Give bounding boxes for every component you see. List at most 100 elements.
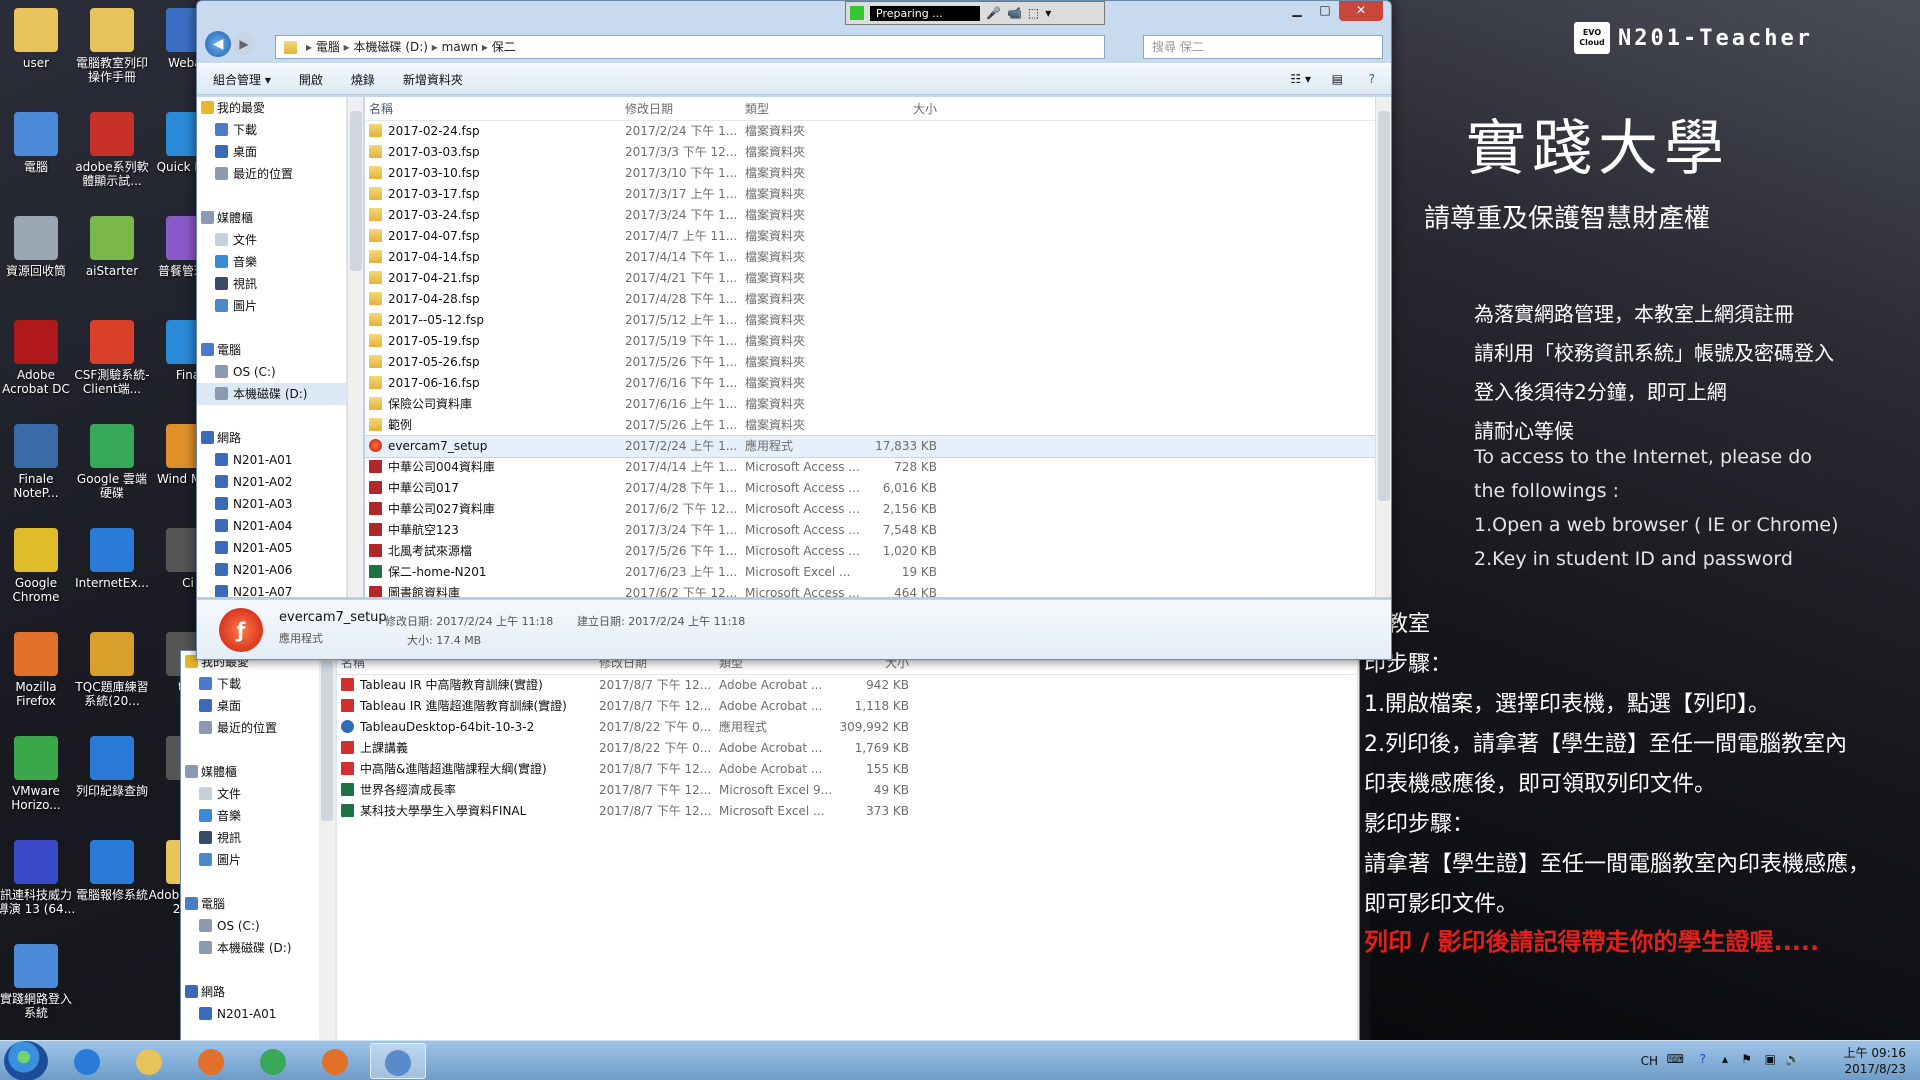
nav-group[interactable]: 我的最愛 [197, 97, 346, 119]
breadcrumb-separator-icon[interactable]: ▸ [340, 40, 354, 54]
menu-arrow-icon[interactable]: ▾ [1045, 6, 1051, 20]
nav-item[interactable]: 圖片 [181, 849, 319, 871]
file-row[interactable]: 2017-05-26.fsp 2017/5/26 下午 1... 檔案資料夾 [365, 352, 1375, 373]
file-row[interactable]: 2017-06-16.fsp 2017/6/16 下午 1... 檔案資料夾 [365, 373, 1375, 394]
desktop-icon[interactable]: 實踐網路登入系統 [0, 944, 76, 1020]
nav-group[interactable]: 媒體櫃 [197, 207, 346, 229]
nav-scrollbar[interactable] [347, 97, 363, 597]
desktop-icon[interactable]: 列印紀錄查詢 [72, 736, 152, 798]
desktop-icon[interactable]: Adobe Acrobat DC [0, 320, 76, 396]
volume-icon[interactable]: 🔊 [1785, 1052, 1800, 1066]
nav-item[interactable]: OS (C:) [197, 361, 346, 383]
organize-button[interactable]: 組合管理 ▾ [213, 71, 271, 88]
col-name[interactable]: 名稱 [365, 97, 625, 120]
file-row[interactable]: 2017-03-17.fsp 2017/3/17 上午 1... 檔案資料夾 [365, 184, 1375, 205]
search-input[interactable]: 搜尋 保二 [1143, 35, 1383, 59]
back-button[interactable]: ◀ [205, 31, 231, 57]
nav-item[interactable]: 最近的位置 [181, 717, 319, 739]
col-date[interactable]: 修改日期 [625, 97, 745, 120]
file-row[interactable]: 保險公司資料庫 2017/6/16 上午 1... 檔案資料夾 [365, 394, 1375, 415]
file-list-scrollbar[interactable] [1375, 97, 1391, 597]
explorer-window-background[interactable]: 我的最愛 下載 桌面 最近的位置 媒體櫃 文件 音樂 視訊 圖片 電腦 OS (C:) 本機磁碟 (D… [180, 650, 1360, 1043]
file-row[interactable]: 中華公司027資料庫 2017/6/2 下午 12... Microsoft Acc… [365, 499, 1375, 520]
file-row[interactable]: 2017-03-03.fsp 2017/3/3 下午 12... 檔案資料夾 [365, 142, 1375, 163]
file-row[interactable]: 圖書館資料庫 2017/6/2 下午 12... Microsoft Access … [365, 583, 1375, 597]
desktop-icon[interactable]: Google Chrome [0, 528, 76, 604]
desktop-icon[interactable]: Finale NoteP... [0, 424, 76, 500]
explorer-window[interactable]: Preparing ... 🎤 📹 ⬚ ▾ ▁ □ ✕ ◀ ▶ ▸ 電腦 ▸ 本… [196, 0, 1392, 660]
taskbar-teacher-app-button[interactable] [370, 1043, 426, 1079]
file-row[interactable]: 2017-04-07.fsp 2017/4/7 上午 11... 檔案資料夾 [365, 226, 1375, 247]
language-indicator[interactable]: CH [1641, 1054, 1658, 1068]
nav-item[interactable]: N201-A01 [181, 1003, 319, 1025]
forward-button[interactable]: ▶ [233, 33, 255, 55]
breadcrumb-separator-icon[interactable]: ▸ [428, 40, 442, 54]
nav-item[interactable]: N201-A05 [197, 537, 346, 559]
maximize-button[interactable]: □ [1311, 1, 1339, 21]
recorder-bar[interactable]: Preparing ... 🎤 📹 ⬚ ▾ [845, 1, 1105, 25]
desktop-icon[interactable]: 電腦教室列印操作手冊 [72, 8, 152, 84]
file-row[interactable]: 中華航空123 2017/3/24 下午 1... Microsoft Access… [365, 520, 1375, 541]
preview-pane-icon[interactable]: ▤ [1332, 72, 1343, 86]
file-row[interactable]: 某科技大學學生入學資料FINAL 2017/8/7 下午 12... Microso… [337, 801, 1357, 822]
nav-item[interactable]: N201-A02 [197, 471, 346, 493]
col-size[interactable]: 大小 [865, 97, 937, 120]
taskbar-explorer-button[interactable] [122, 1043, 178, 1079]
help-icon[interactable]: ? [1369, 72, 1375, 86]
file-row[interactable]: 2017-02-24.fsp 2017/2/24 下午 1... 檔案資料夾 [365, 121, 1375, 142]
breadcrumb-item[interactable]: 保二 [492, 40, 516, 54]
file-row[interactable]: Tableau IR 中高階教育訓練(實證) 2017/8/7 下午 12... A… [337, 675, 1357, 696]
network-icon[interactable]: ▣ [1765, 1052, 1776, 1066]
nav-group[interactable]: 媒體櫃 [181, 761, 319, 783]
taskbar-ie-button[interactable] [60, 1043, 116, 1079]
nav-item[interactable]: N201-A06 [197, 559, 346, 581]
desktop-icon[interactable]: aiStarter [72, 216, 152, 278]
breadcrumb-item[interactable]: 電腦 [316, 40, 340, 54]
nav-item[interactable]: 文件 [181, 783, 319, 805]
nav-item[interactable]: N201-A01 [197, 449, 346, 471]
file-row[interactable]: 2017--05-12.fsp 2017/5/12 上午 1... 檔案資料夾 [365, 310, 1375, 331]
breadcrumb-item[interactable]: 本機磁碟 (D:) [354, 40, 428, 54]
nav-item[interactable]: 文件 [197, 229, 346, 251]
breadcrumb-item[interactable]: mawn [442, 40, 478, 54]
taskbar-media-player-button[interactable] [184, 1043, 240, 1079]
nav-item[interactable]: N201-A03 [197, 493, 346, 515]
nav-item[interactable]: 音樂 [197, 251, 346, 273]
nav-item[interactable]: OS (C:) [181, 915, 319, 937]
file-row[interactable]: 2017-03-10.fsp 2017/3/10 下午 1... 檔案資料夾 [365, 163, 1375, 184]
nav-item[interactable]: 最近的位置 [197, 163, 346, 185]
help-icon[interactable]: ? [1700, 1052, 1706, 1066]
file-row[interactable]: 2017-04-28.fsp 2017/4/28 下午 1... 檔案資料夾 [365, 289, 1375, 310]
nav-item[interactable]: 視訊 [181, 827, 319, 849]
keyboard-icon[interactable]: ⌨ [1667, 1052, 1684, 1066]
file-row[interactable]: 範例 2017/5/26 上午 1... 檔案資料夾 [365, 415, 1375, 436]
desktop-icon[interactable]: Google 雲端硬碟 [72, 424, 152, 500]
breadcrumb-separator-icon[interactable]: ▸ [478, 40, 492, 54]
desktop-icon[interactable]: CSF測驗系統-Client端... [72, 320, 152, 396]
nav-scrollbar[interactable] [319, 651, 335, 1043]
file-row[interactable]: TableauDesktop-64bit-10-3-2 2017/8/22 下午 … [337, 717, 1357, 738]
region-icon[interactable]: ⬚ [1028, 6, 1039, 20]
open-button[interactable]: 開啟 [299, 71, 323, 88]
desktop-icon[interactable]: adobe系列軟體顯示試... [72, 112, 152, 188]
nav-item[interactable]: 下載 [181, 673, 319, 695]
mic-icon[interactable]: 🎤 [986, 6, 1001, 20]
file-row[interactable]: 2017-04-21.fsp 2017/4/21 下午 1... 檔案資料夾 [365, 268, 1375, 289]
desktop-icon[interactable]: Mozilla Firefox [0, 632, 76, 708]
desktop-icon[interactable]: 電腦報修系統 [72, 840, 152, 902]
close-button[interactable]: ✕ [1339, 1, 1383, 21]
desktop-icon[interactable]: 資源回收筒 [0, 216, 76, 278]
nav-item[interactable]: 本機磁碟 (D:) [197, 383, 346, 405]
nav-item[interactable]: 桌面 [197, 141, 346, 163]
clock[interactable]: 上午 09:16 2017/8/23 [1844, 1045, 1906, 1077]
nav-group[interactable]: 電腦 [197, 339, 346, 361]
desktop-icon[interactable]: 電腦 [0, 112, 76, 174]
nav-item[interactable]: 本機磁碟 (D:) [181, 937, 319, 959]
desktop-icon[interactable]: user [0, 8, 76, 70]
file-row[interactable]: 上課講義 2017/8/22 下午 0... Adobe Acrobat ... 1,… [337, 738, 1357, 759]
nav-item[interactable]: 圖片 [197, 295, 346, 317]
file-row[interactable]: 北風考試來源檔 2017/5/26 下午 1... Microsoft Access… [365, 541, 1375, 562]
camera-icon[interactable]: 📹 [1007, 6, 1022, 20]
flag-icon[interactable]: ⚑ [1741, 1052, 1752, 1066]
file-row[interactable]: 2017-03-24.fsp 2017/3/24 下午 1... 檔案資料夾 [365, 205, 1375, 226]
